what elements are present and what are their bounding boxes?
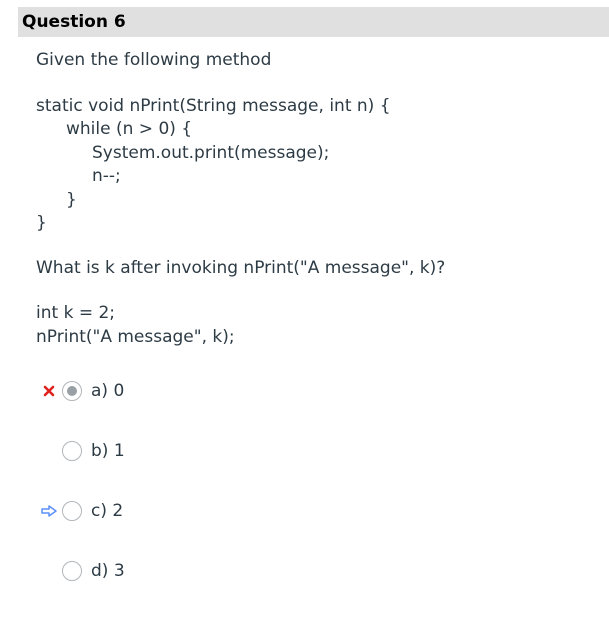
correct-answer-arrow-icon (36, 498, 62, 524)
answer-label: d) 3 (91, 561, 125, 581)
answer-option-c[interactable]: c) 2 (36, 498, 123, 524)
code-line: while (n > 0) { (66, 119, 193, 139)
snippet-line: int k = 2; (36, 303, 116, 323)
question-prompt: What is k after invoking nPrint("A messa… (36, 258, 446, 278)
code-line: static void nPrint(String message, int n… (36, 96, 391, 116)
answer-label: a) 0 (91, 381, 125, 401)
snippet-line: nPrint("A message", k); (36, 327, 235, 347)
question-header: Question 6 (18, 7, 609, 37)
answer-option-a[interactable]: a) 0 (36, 378, 124, 404)
question-intro: Given the following method (36, 50, 272, 70)
code-line: n--; (92, 166, 121, 186)
radio-button[interactable] (62, 501, 82, 521)
radio-button-selected[interactable] (62, 381, 82, 401)
answer-option-d[interactable]: d) 3 (36, 558, 125, 584)
answer-label: b) 1 (91, 441, 125, 461)
question-title: Question 6 (22, 12, 126, 32)
code-line: } (36, 213, 47, 233)
radio-button[interactable] (62, 441, 82, 461)
radio-button[interactable] (62, 561, 82, 581)
answer-option-b[interactable]: b) 1 (36, 438, 125, 464)
answer-label: c) 2 (91, 501, 124, 521)
incorrect-x-icon (36, 378, 62, 404)
code-line: } (66, 190, 77, 210)
code-line: System.out.print(message); (92, 143, 330, 163)
